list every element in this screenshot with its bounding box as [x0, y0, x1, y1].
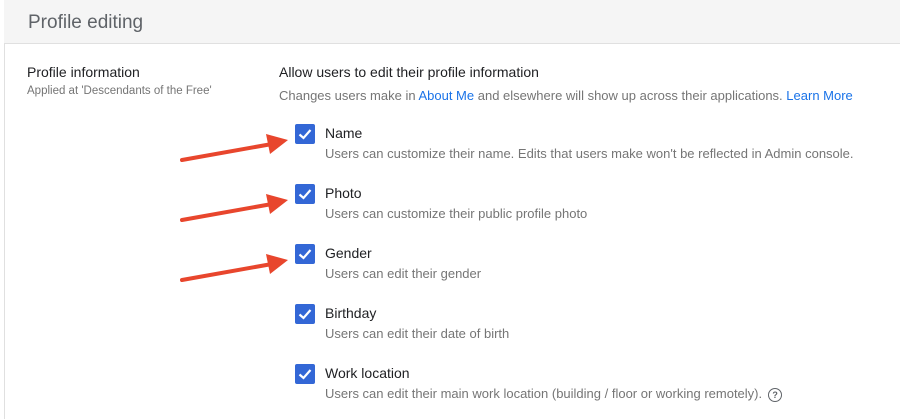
- red-arrow-annotation: [180, 194, 288, 222]
- red-arrow-annotation: [180, 254, 288, 282]
- check-icon: [298, 309, 312, 320]
- option-label: Work location: [325, 365, 410, 381]
- photo-checkbox[interactable]: [295, 184, 315, 204]
- desc-prefix: Changes users make in: [279, 88, 419, 103]
- work-location-checkbox[interactable]: [295, 364, 315, 384]
- page-title: Profile editing: [28, 12, 144, 33]
- settings-description: Changes users make in About Me and elsew…: [279, 88, 853, 103]
- gender-checkbox[interactable]: [295, 244, 315, 264]
- check-icon: [298, 249, 312, 260]
- option-label: Birthday: [325, 305, 377, 321]
- check-icon: [298, 189, 312, 200]
- page-header: Profile editing: [4, 0, 900, 44]
- about-me-link[interactable]: About Me: [418, 88, 474, 103]
- option-description: Users can customize their public profile…: [325, 206, 588, 221]
- option-label: Photo: [325, 185, 362, 201]
- divider: [4, 44, 5, 419]
- check-icon: [298, 369, 312, 380]
- desc-middle: and elsewhere will show up across their …: [474, 88, 787, 103]
- option-label: Gender: [325, 245, 372, 261]
- option-description: Users can customize their name. Edits th…: [325, 146, 854, 161]
- learn-more-link[interactable]: Learn More: [786, 88, 852, 103]
- section-subtitle: Applied at 'Descendants of the Free': [27, 85, 212, 97]
- settings-heading: Allow users to edit their profile inform…: [279, 64, 539, 80]
- option-description: Users can edit their date of birth: [325, 326, 510, 341]
- section-title: Profile information: [27, 64, 140, 80]
- option-description: Users can edit their gender: [325, 266, 482, 281]
- name-checkbox[interactable]: [295, 124, 315, 144]
- option-description: Users can edit their main work location …: [325, 386, 783, 402]
- help-circle-icon[interactable]: ?: [768, 387, 783, 402]
- birthday-checkbox[interactable]: [295, 304, 315, 324]
- option-label: Name: [325, 125, 363, 141]
- check-icon: [298, 129, 312, 140]
- option-description-text: Users can edit their main work location …: [325, 386, 763, 401]
- red-arrow-annotation: [180, 134, 288, 162]
